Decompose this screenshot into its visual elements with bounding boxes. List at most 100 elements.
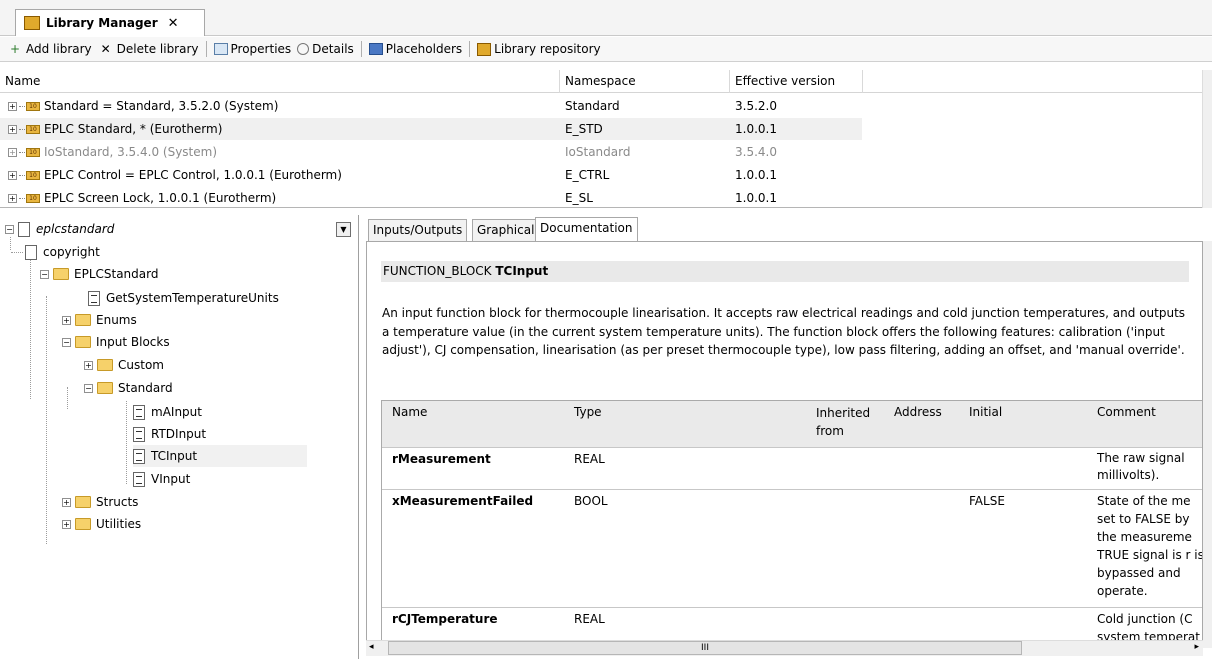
expand-icon[interactable]: +	[8, 125, 17, 134]
pou-icon	[133, 471, 145, 487]
pou-icon	[133, 448, 145, 464]
library-content-tree: − eplcstandard ▼ copyright − EPLCStandar…	[0, 215, 359, 659]
fb-name: TCInput	[495, 264, 549, 278]
tree-root-row[interactable]: − eplcstandard ▼	[3, 218, 355, 239]
tree-item-input-blocks[interactable]: − Input Blocks	[62, 331, 170, 353]
details-button[interactable]: Details	[294, 38, 357, 60]
library-repository-button[interactable]: Library repository	[474, 38, 603, 60]
tree-item-custom[interactable]: + Custom	[84, 354, 164, 376]
library-name: IoStandard, 3.5.4.0 (System)	[44, 145, 218, 159]
library-icon: 10	[26, 125, 40, 134]
library-row[interactable]: +10 EPLC Control = EPLC Control, 1.0.0.1 …	[0, 164, 1202, 186]
folder-icon	[75, 496, 91, 508]
library-row[interactable]: +10 IoStandard, 3.5.4.0 (System) IoStanda…	[0, 141, 1202, 163]
tab-documentation[interactable]: Documentation	[535, 217, 638, 242]
placeholders-icon	[368, 43, 383, 55]
add-library-button[interactable]: + Add library	[4, 38, 95, 60]
expand-icon[interactable]: +	[8, 148, 17, 157]
tab-graphical[interactable]: Graphical	[472, 219, 540, 241]
tree-item-rtdinput[interactable]: RTDInput	[133, 423, 206, 445]
documentation-panel: FUNCTION_BLOCK TCInput An input function…	[366, 241, 1203, 648]
expand-icon[interactable]: +	[8, 194, 17, 203]
tree-item-label: GetSystemTemperatureUnits	[106, 291, 279, 305]
library-row[interactable]: +10 EPLC Standard, * (Eurotherm) E_STD 1.…	[0, 118, 862, 140]
column-effective-version[interactable]: Effective version	[730, 70, 863, 93]
libraries-vertical-scrollbar[interactable]	[1202, 70, 1212, 208]
documentation-vertical-scrollbar[interactable]	[1203, 241, 1212, 648]
tree-item-mainput[interactable]: mAInput	[133, 401, 202, 423]
tree-item-label: Utilities	[96, 517, 142, 531]
library-icon: 10	[26, 171, 40, 180]
scroll-right-icon[interactable]: ▸	[1194, 642, 1199, 652]
expand-icon[interactable]: +	[62, 519, 71, 529]
col-address: Address	[894, 405, 942, 419]
tree-item-enums[interactable]: + Enums	[62, 309, 137, 331]
folder-icon	[75, 336, 91, 348]
library-name: EPLC Standard, * (Eurotherm)	[44, 122, 223, 136]
collapse-icon[interactable]: −	[5, 224, 14, 234]
folder-icon	[97, 359, 113, 371]
var-name: rCJTemperature	[392, 612, 498, 626]
tree-item-structs[interactable]: + Structs	[62, 491, 138, 513]
library-namespace: Standard	[565, 99, 620, 113]
table-row: xMeasurementFailed BOOL FALSE State of t…	[382, 489, 1202, 607]
tree-item-label: Input Blocks	[96, 335, 170, 349]
col-name: Name	[392, 405, 428, 419]
variables-table: Name Type Inherited from Address Initial…	[381, 400, 1202, 647]
tree-item-label: EPLCStandard	[74, 267, 159, 281]
expand-icon[interactable]: +	[84, 360, 93, 370]
properties-icon	[213, 43, 228, 55]
expand-icon[interactable]: +	[8, 171, 17, 180]
library-manager-tab[interactable]: Library Manager ✕	[15, 9, 205, 36]
library-repository-icon	[477, 42, 492, 56]
documentation-horizontal-scrollbar[interactable]: ◂ III ▸	[366, 640, 1203, 656]
close-tab-icon[interactable]: ✕	[168, 16, 179, 31]
column-namespace[interactable]: Namespace	[560, 70, 730, 93]
column-name[interactable]: Name	[0, 70, 560, 93]
delete-library-button[interactable]: ✕ Delete library	[95, 38, 202, 60]
tree-item-tcinput[interactable]: TCInput	[133, 445, 307, 467]
tree-item-label: mAInput	[151, 405, 202, 419]
var-initial: FALSE	[969, 494, 1005, 508]
expand-icon[interactable]: +	[8, 102, 17, 111]
tree-item-label: RTDInput	[151, 427, 207, 441]
chevron-down-icon[interactable]: ▼	[336, 222, 351, 237]
library-row[interactable]: +10 Standard = Standard, 3.5.2.0 (System)…	[0, 95, 1202, 117]
col-type: Type	[574, 405, 602, 419]
collapse-icon[interactable]: −	[62, 337, 71, 347]
delete-icon: ✕	[100, 42, 111, 56]
library-row[interactable]: +10 EPLC Screen Lock, 1.0.0.1 (Eurotherm)…	[0, 187, 1202, 209]
placeholders-label: Placeholders	[385, 42, 463, 56]
tree-item-eplcstandard[interactable]: − EPLCStandard	[40, 263, 158, 285]
col-initial: Initial	[969, 405, 1003, 419]
scroll-left-icon[interactable]: ◂	[369, 642, 374, 652]
tree-item-getsystemtemperatureunits[interactable]: GetSystemTemperatureUnits	[88, 287, 279, 309]
tree-item-label: copyright	[43, 245, 100, 259]
var-type: REAL	[574, 612, 605, 626]
col-inherited-from: Inherited from	[816, 406, 871, 438]
tree-item-utilities[interactable]: + Utilities	[62, 513, 141, 535]
library-version: 3.5.2.0	[735, 99, 777, 113]
details-label: Details	[312, 42, 354, 56]
var-name: xMeasurementFailed	[392, 494, 534, 508]
tree-item-copyright[interactable]: copyright	[11, 241, 100, 263]
tree-item-standard[interactable]: − Standard	[84, 377, 173, 399]
var-name: rMeasurement	[392, 452, 491, 466]
add-library-label: Add library	[26, 42, 92, 56]
tree-item-vinput[interactable]: VInput	[133, 468, 190, 490]
expand-icon[interactable]: +	[62, 497, 71, 507]
expand-icon[interactable]: +	[62, 315, 71, 325]
library-name: Standard = Standard, 3.5.2.0 (System)	[44, 99, 279, 113]
placeholders-button[interactable]: Placeholders	[366, 38, 465, 60]
var-comment: The raw signal millivolts).	[1097, 451, 1185, 482]
toolbar-separator	[469, 41, 471, 57]
tab-inputs-outputs[interactable]: Inputs/Outputs	[368, 219, 468, 241]
collapse-icon[interactable]: −	[40, 269, 49, 279]
properties-button[interactable]: Properties	[211, 38, 295, 60]
library-name: EPLC Screen Lock, 1.0.0.1 (Eurotherm)	[44, 191, 277, 205]
library-icon: 10	[26, 148, 40, 157]
scroll-thumb[interactable]: III	[388, 641, 1022, 655]
collapse-icon[interactable]: −	[84, 383, 93, 393]
tree-item-label: Standard	[118, 381, 173, 395]
library-namespace: E_CTRL	[565, 168, 610, 182]
